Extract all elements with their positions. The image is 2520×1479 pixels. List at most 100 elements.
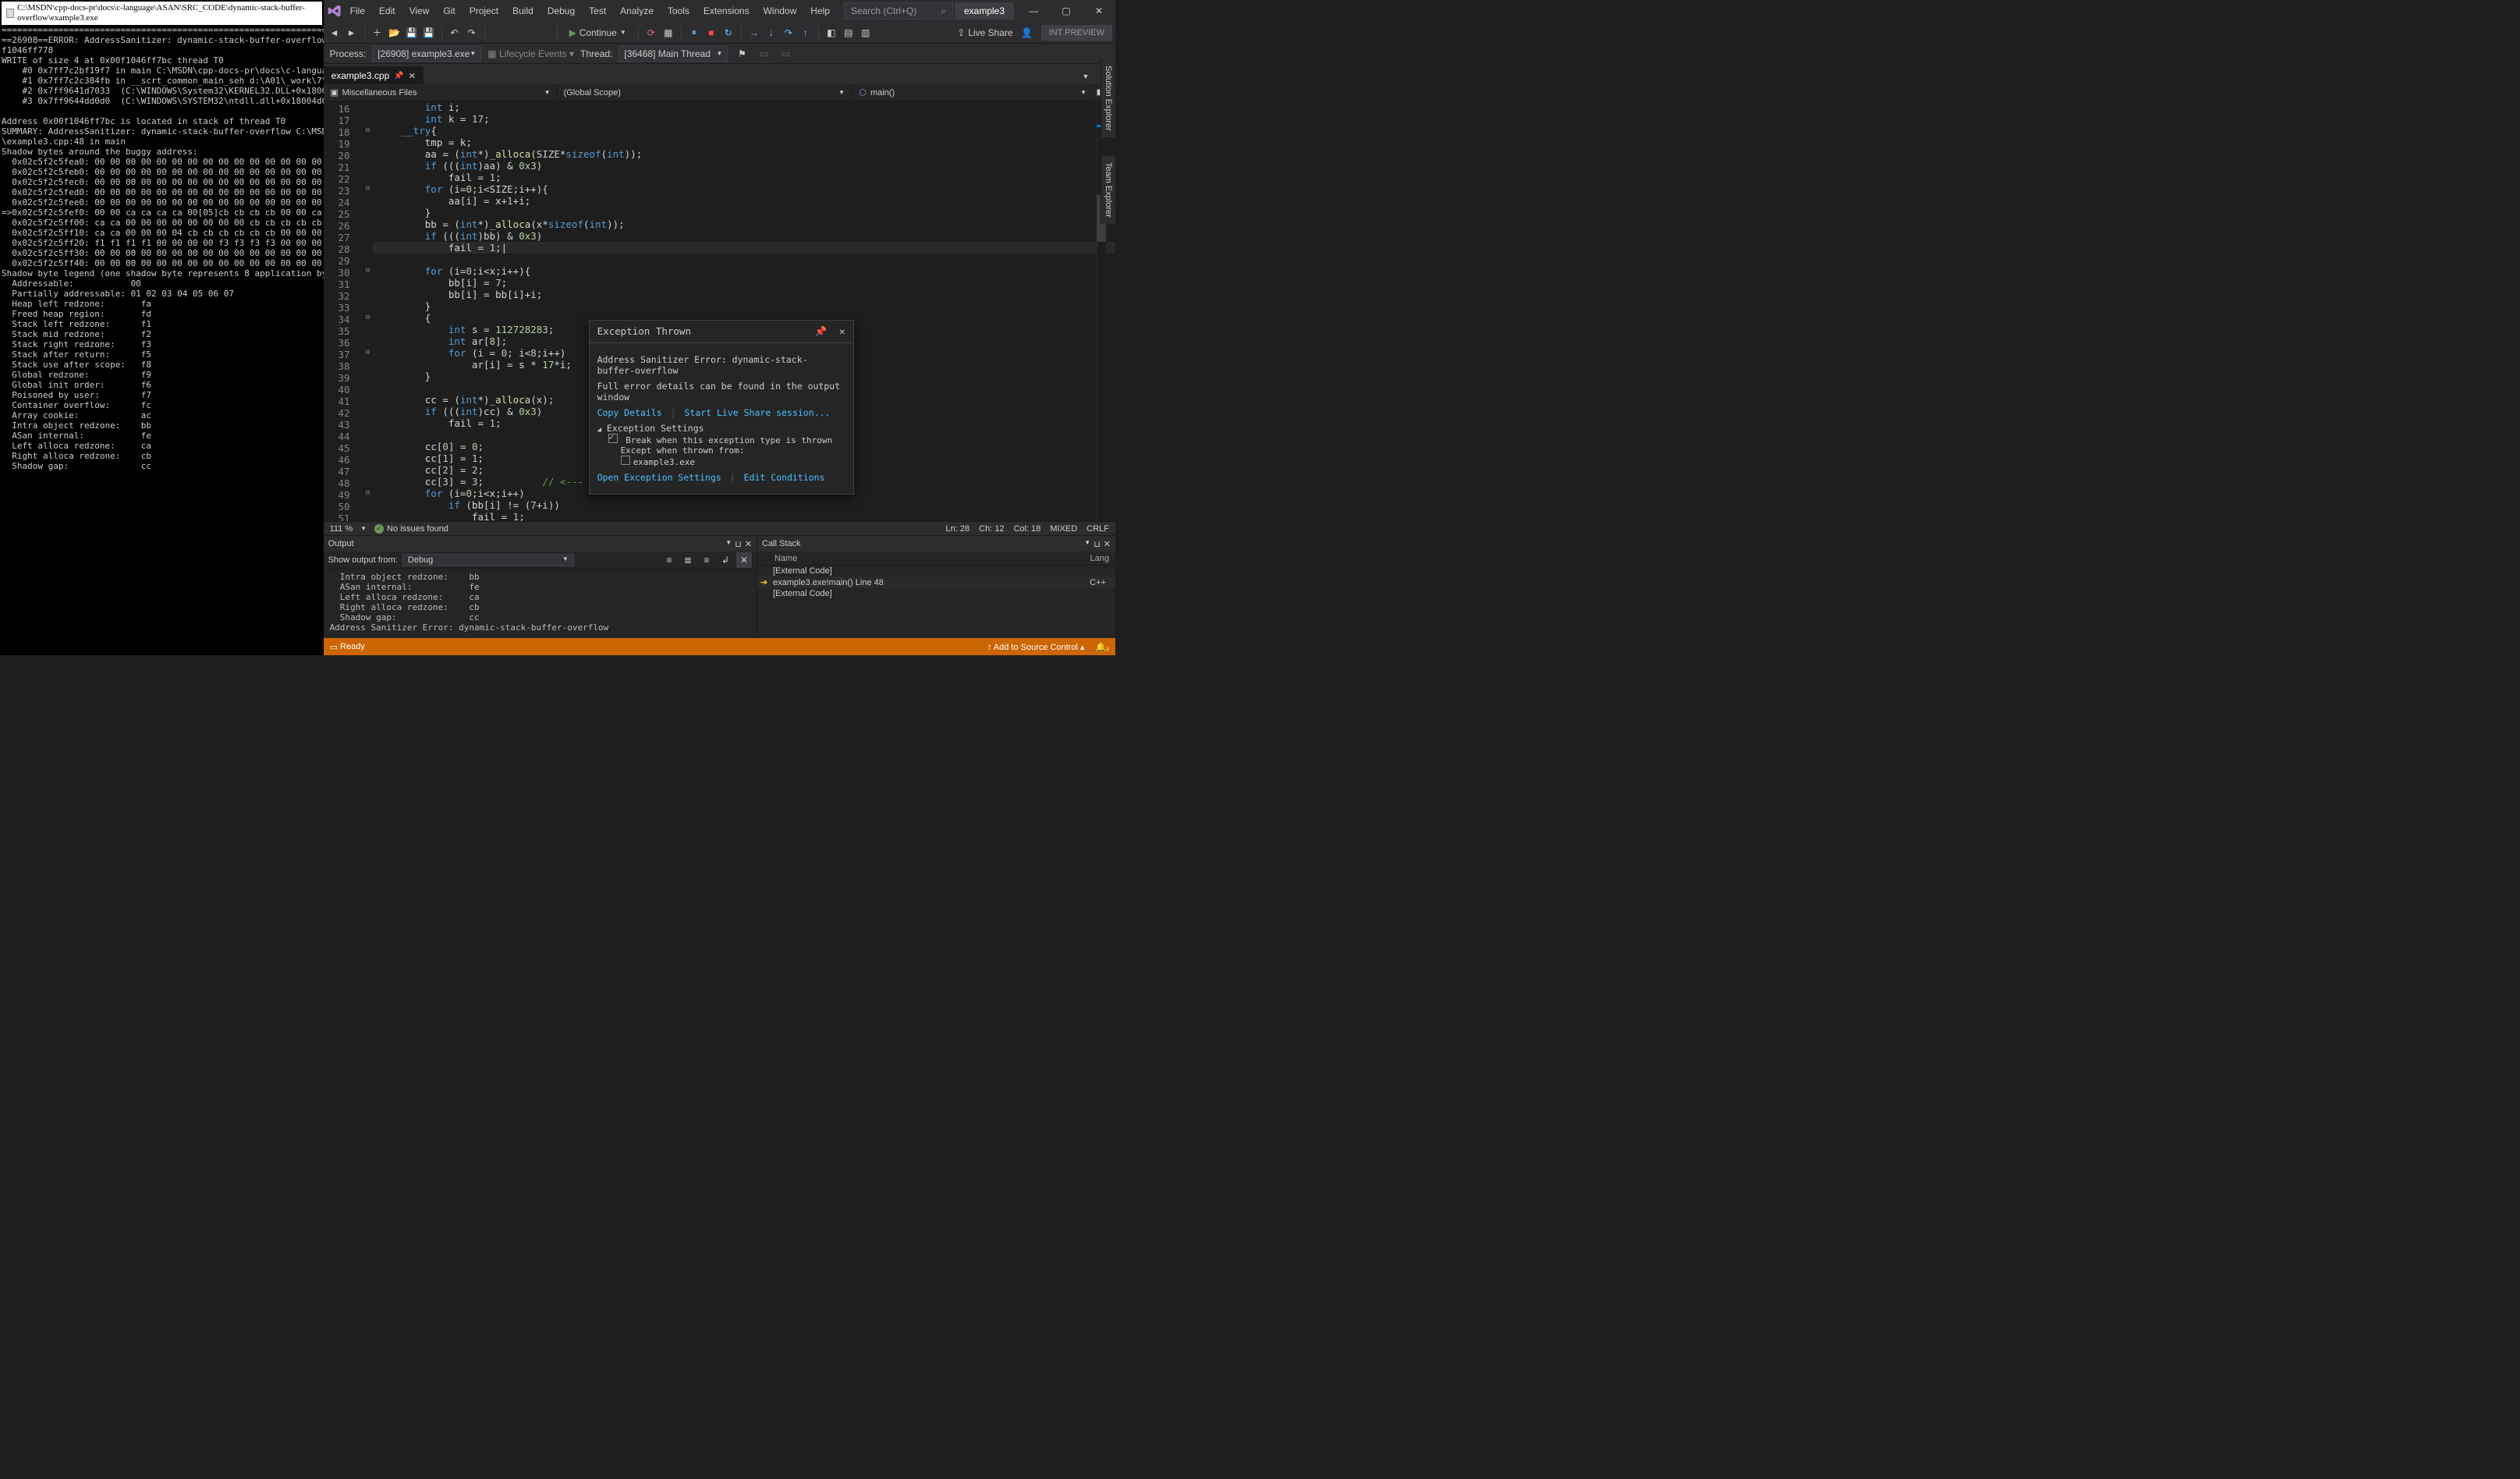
open-file-icon[interactable]: 📂 <box>387 25 402 41</box>
zoom-level[interactable]: 111 % <box>330 524 353 534</box>
thread-label: Thread: <box>580 48 612 59</box>
close-icon[interactable]: ✕ <box>839 325 845 337</box>
copy-details-link[interactable]: Copy Details <box>597 407 662 418</box>
continue-label: Continue <box>579 27 617 38</box>
dbg-tool3-icon[interactable]: ▥ <box>858 25 874 41</box>
col-indicator: Col: 18 <box>1014 524 1041 534</box>
output-tool3-icon[interactable]: ≡ <box>699 552 714 568</box>
vs-logo-icon[interactable] <box>327 3 342 19</box>
callstack-row[interactable]: [External Code] <box>757 588 1115 599</box>
cmd-icon <box>6 9 14 18</box>
output-body[interactable]: Intra object redzone: bb ASan internal: … <box>324 569 757 638</box>
restart-icon[interactable]: ↻ <box>721 25 736 41</box>
chevron-down-icon: ▼ <box>544 89 551 96</box>
close-icon[interactable]: ✕ <box>745 539 752 549</box>
stackframe-icon2[interactable]: ▭ <box>778 46 793 62</box>
pin-icon[interactable]: 📌 <box>394 72 403 80</box>
output-source-dropdown[interactable]: Debug ▼ <box>402 554 574 566</box>
menu-view[interactable]: View <box>403 2 436 20</box>
menu-debug[interactable]: Debug <box>541 2 581 20</box>
menu-file[interactable]: File <box>344 2 371 20</box>
nav-function-dropdown[interactable]: ⬡ main() ▼ <box>852 84 1093 101</box>
output-tool2-icon[interactable]: ≣ <box>680 552 696 568</box>
pin-icon[interactable]: ⊔ <box>735 539 742 549</box>
minimize-button[interactable]: — <box>1020 2 1047 20</box>
tab-example3-cpp[interactable]: example3.cpp 📌 ✕ <box>324 66 424 84</box>
main-menu: FileEditViewGitProjectBuildDebugTestAnal… <box>344 2 836 20</box>
undo-icon[interactable]: ↶ <box>447 25 463 41</box>
menu-build[interactable]: Build <box>506 2 540 20</box>
close-button[interactable]: ✕ <box>1086 2 1112 20</box>
nav-scope-dropdown[interactable]: (Global Scope) ▼ <box>558 84 852 101</box>
close-icon[interactable]: ✕ <box>409 71 416 81</box>
word-wrap-icon[interactable]: ↲ <box>718 552 733 568</box>
menu-analyze[interactable]: Analyze <box>614 2 660 20</box>
fold-column[interactable]: ⊟⊟⊟⊟⊟⊟ <box>363 101 374 521</box>
new-item-icon[interactable]: ＋ <box>370 25 385 41</box>
notifications-icon[interactable]: 🔔₁ <box>1096 642 1109 652</box>
edit-conditions-link[interactable]: Edit Conditions <box>744 472 825 483</box>
live-share-button[interactable]: ⇪ Live Share <box>957 27 1012 38</box>
flag-icon[interactable]: ⚑ <box>734 46 750 62</box>
process-dropdown[interactable]: [26908] example3.exe ▼ <box>372 46 481 62</box>
callstack-row[interactable]: [External Code] <box>757 566 1115 576</box>
pin-icon[interactable]: ⊔ <box>1093 539 1101 549</box>
show-next-icon[interactable]: → <box>746 25 762 41</box>
solution-explorer-tab[interactable]: Solution Explorer <box>1101 59 1115 137</box>
issues-indicator[interactable]: ✓ No issues found <box>374 524 448 534</box>
nav-project-dropdown[interactable]: ▣ Miscellaneous Files ▼ <box>324 84 558 101</box>
break-all-icon[interactable]: ⏸ <box>686 25 702 41</box>
output-tool1-icon[interactable]: ≡ <box>661 552 677 568</box>
start-liveshare-link[interactable]: Start Live Share session... <box>684 407 830 418</box>
menu-extensions[interactable]: Extensions <box>697 2 756 20</box>
step-out-icon[interactable]: ↑ <box>798 25 813 41</box>
nav-back-icon[interactable]: ◄ <box>327 25 342 41</box>
stackframe-icon[interactable]: ▭ <box>756 46 771 62</box>
callstack-row[interactable]: ➔example3.exe!main() Line 48C++ <box>757 576 1115 588</box>
output-panel: Output ▼ ⊔ ✕ Show output from: Debug ▼ ≡ <box>324 536 757 638</box>
dbg-tool2-icon[interactable]: ▤ <box>841 25 856 41</box>
console-titlebar[interactable]: C:\MSDN\cpp-docs-pr\docs\c-language\ASAN… <box>2 2 322 25</box>
panel-dropdown-icon[interactable]: ▼ <box>1084 539 1090 549</box>
console-body[interactable]: ========================================… <box>2 25 322 471</box>
pin-icon[interactable]: 📌 <box>815 325 828 337</box>
menu-project[interactable]: Project <box>463 2 505 20</box>
continue-button[interactable]: ▶ Continue ▼ <box>562 25 633 41</box>
menu-git[interactable]: Git <box>437 2 461 20</box>
nav-fwd-icon[interactable]: ► <box>344 25 360 41</box>
callstack-body[interactable]: [External Code]➔example3.exe!main() Line… <box>757 566 1115 638</box>
int-preview-badge: INT PREVIEW <box>1041 25 1112 41</box>
break-checkbox[interactable] <box>608 434 618 443</box>
maximize-button[interactable]: ▢ <box>1053 2 1079 20</box>
open-exception-settings-link[interactable]: Open Exception Settings <box>597 472 721 483</box>
menu-window[interactable]: Window <box>757 2 803 20</box>
step-over-icon[interactable]: ↷ <box>781 25 796 41</box>
menu-help[interactable]: Help <box>804 2 836 20</box>
team-explorer-tab[interactable]: Team Explorer <box>1101 156 1115 224</box>
menu-test[interactable]: Test <box>583 2 612 20</box>
code-editor[interactable]: 1617181920212223242526272829303132333435… <box>324 101 1115 521</box>
save-icon[interactable]: 💾 <box>404 25 420 41</box>
menu-tools[interactable]: Tools <box>661 2 696 20</box>
triangle-icon[interactable]: ◢ <box>597 426 601 434</box>
save-all-icon[interactable]: 💾 <box>421 25 437 41</box>
account-icon[interactable]: 👤 <box>1019 25 1035 41</box>
search-box[interactable]: Search (Ctrl+Q) ⌕ <box>844 2 953 20</box>
panel-dropdown-icon[interactable]: ▼ <box>725 539 732 549</box>
redo-icon[interactable]: ↷ <box>464 25 480 41</box>
menu-edit[interactable]: Edit <box>373 2 402 20</box>
add-to-source-control[interactable]: ↑ Add to Source Control ▴ <box>987 642 1085 652</box>
step-into-icon[interactable]: ↓ <box>764 25 779 41</box>
hot-reload-icon[interactable]: ⟳ <box>643 25 659 41</box>
tab-dropdown-icon[interactable]: ▼ <box>1078 69 1093 84</box>
stop-icon[interactable]: ■ <box>704 25 719 41</box>
main-toolbar: ◄ ► ＋ 📂 💾 💾 ↶ ↷ ▶ Continue ▼ ⟳ ▦ ⏸ ■ ↻ <box>324 22 1115 44</box>
dbg-tool1-icon[interactable]: ◧ <box>824 25 839 41</box>
thread-dropdown[interactable]: [36468] Main Thread ▼ <box>618 46 728 62</box>
chevron-down-icon[interactable]: ▼ <box>360 525 367 532</box>
close-icon[interactable]: ✕ <box>1104 539 1111 549</box>
except-item-checkbox[interactable] <box>621 456 630 465</box>
show-from-label: Show output from: <box>328 555 398 565</box>
screenshot-icon[interactable]: ▦ <box>661 25 676 41</box>
clear-icon[interactable]: ✕ <box>736 552 752 568</box>
